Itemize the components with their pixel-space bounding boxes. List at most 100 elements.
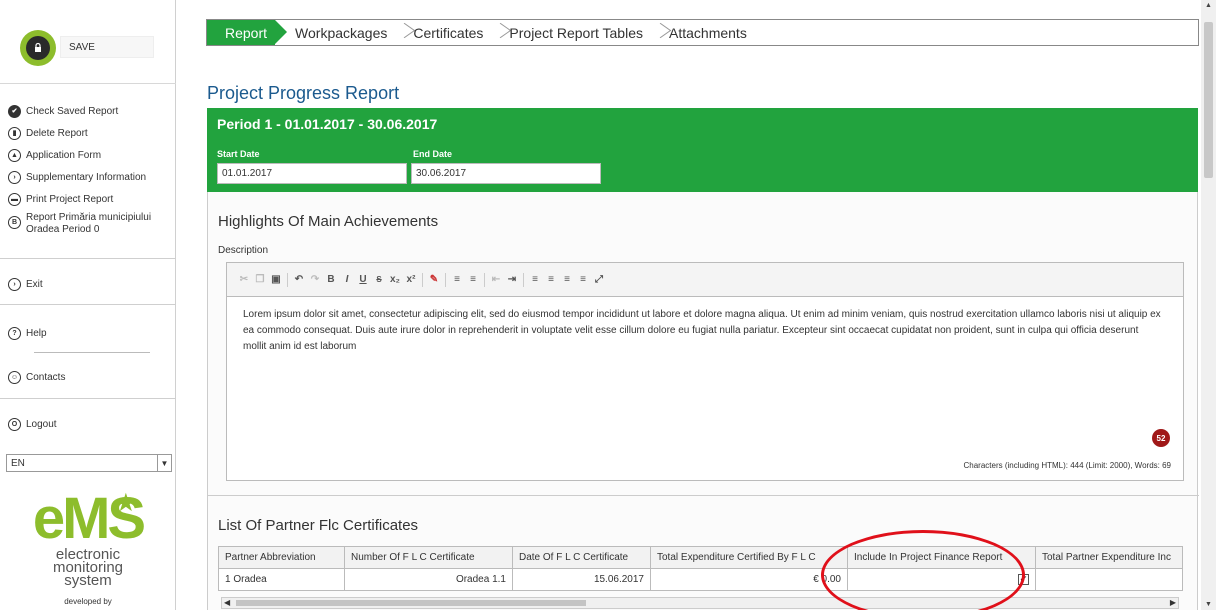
scroll-left-icon[interactable]: ◀ <box>224 598 230 607</box>
superscript-icon[interactable]: x² <box>406 274 416 285</box>
info-icon: › <box>8 170 21 184</box>
start-date-field[interactable]: 01.01.2017 <box>217 163 407 184</box>
help-divider <box>34 352 150 353</box>
redo-icon[interactable]: ↷ <box>310 274 320 285</box>
help-section: ? Help ☺ Contacts <box>0 304 176 398</box>
tab-project-report-tables[interactable]: Project Report Tables <box>509 20 669 45</box>
scroll-up-icon[interactable]: ▲ <box>1205 2 1212 9</box>
end-date-field[interactable]: 30.06.2017 <box>411 163 601 184</box>
partner-expenditure-cell <box>1035 568 1183 591</box>
strikethrough-icon[interactable]: S <box>374 275 384 284</box>
underline-icon[interactable]: U <box>358 274 368 285</box>
partner-cell: 1 Oradea <box>218 568 345 591</box>
sidebar-item-report-period-0[interactable]: B Report Primăria municipiului Oradea Pe… <box>8 210 173 242</box>
period-panel: Period 1 - 01.01.2017 - 30.06.2017 Start… <box>207 108 1198 192</box>
developed-by-text: developed by <box>64 597 112 606</box>
sidebar-item-label: Delete Report <box>26 127 88 139</box>
period-title: Period 1 - 01.01.2017 - 30.06.2017 <box>217 116 438 132</box>
bullet-list-icon[interactable]: ≡ <box>468 274 478 285</box>
indent-icon[interactable]: ⇥ <box>507 274 517 285</box>
table-row[interactable]: 1 Oradea Oradea 1.1 15.06.2017 € 0.00 ✔ <box>218 568 1183 591</box>
maximize-icon[interactable]: ⤢ <box>594 274 604 285</box>
scroll-thumb[interactable] <box>236 600 586 606</box>
toolbar-divider <box>445 272 446 287</box>
scroll-down-icon[interactable]: ▼ <box>1205 601 1212 608</box>
cut-icon[interactable]: ✂ <box>239 274 249 285</box>
paste-icon[interactable]: ▣ <box>271 274 281 285</box>
end-date-label: End Date <box>413 149 453 159</box>
sidebar-item-check-saved-report[interactable]: ✔ Check Saved Report <box>8 100 173 122</box>
sidebar-item-label: Check Saved Report <box>26 105 119 117</box>
clear-format-icon[interactable]: ✎ <box>429 274 439 285</box>
exit-label: Exit <box>26 278 43 290</box>
outdent-icon[interactable]: ⇤ <box>491 274 501 285</box>
ems-logo: eMS ★ electronic monitoring system develo… <box>0 476 176 610</box>
align-left-icon[interactable]: ≡ <box>530 274 540 285</box>
logout-button[interactable]: O Logout <box>0 413 176 435</box>
ems-logo-mark: eMS ★ <box>32 486 146 551</box>
language-select[interactable]: EN ▼ <box>6 454 172 472</box>
sidebar-item-application-form[interactable]: ▲ Application Form <box>8 144 173 166</box>
page-title: Project Progress Report <box>207 83 400 103</box>
exit-button[interactable]: › Exit <box>0 273 176 295</box>
certificates-title: List Of Partner Flc Certificates <box>218 517 419 534</box>
logout-icon: O <box>8 417 21 431</box>
numbered-list-icon[interactable]: ≡ <box>452 274 462 285</box>
save-logo-icon[interactable] <box>20 30 56 66</box>
trash-icon: ▮ <box>8 126 21 140</box>
undo-icon[interactable]: ↶ <box>294 274 304 285</box>
total-certified-cell: € 0.00 <box>650 568 848 591</box>
save-area: SAVE <box>0 14 176 84</box>
tab-report[interactable]: Report <box>207 20 288 45</box>
copy-icon[interactable]: ❐ <box>255 274 265 285</box>
tab-bar: Report Workpackages Certificates Project… <box>206 19 1199 46</box>
bold-icon[interactable]: B <box>326 274 336 285</box>
scroll-right-icon[interactable]: ▶ <box>1170 598 1176 607</box>
report-content: Highlights Of Main Achievements Descript… <box>207 192 1199 610</box>
sidebar-item-print-project-report[interactable]: ▬ Print Project Report <box>8 188 173 210</box>
logout-label: Logout <box>26 418 57 430</box>
column-header[interactable]: Total Expenditure Certified By F L C <box>650 546 848 569</box>
scroll-thumb[interactable] <box>1204 22 1213 178</box>
align-right-icon[interactable]: ≡ <box>562 274 572 285</box>
start-date-label: Start Date <box>217 149 260 159</box>
column-header[interactable]: Include In Project Finance Report <box>847 546 1036 569</box>
contacts-label: Contacts <box>26 371 66 383</box>
save-button[interactable]: SAVE <box>60 36 154 58</box>
align-justify-icon[interactable]: ≡ <box>578 274 588 285</box>
tab-workpackages[interactable]: Workpackages <box>289 20 413 45</box>
column-header[interactable]: Partner Abbreviation <box>218 546 345 569</box>
toolbar-divider <box>523 272 524 287</box>
include-checkbox[interactable]: ✔ <box>1018 574 1029 585</box>
horizontal-scrollbar[interactable]: ◀ ▶ <box>221 597 1179 609</box>
form-icon: ▲ <box>8 148 21 162</box>
italic-icon[interactable]: I <box>342 274 352 285</box>
tab-attachments[interactable]: Attachments <box>669 20 761 45</box>
certificate-date-cell: 15.06.2017 <box>512 568 651 591</box>
language-value: EN <box>11 457 25 469</box>
contacts-button[interactable]: ☺ Contacts <box>0 366 176 388</box>
table-header-row: Partner Abbreviation Number Of F L C Cer… <box>218 546 1183 569</box>
toolbar-divider <box>484 272 485 287</box>
sidebar-item-supplementary-information[interactable]: › Supplementary Information <box>8 166 173 188</box>
certificate-number-cell: Oradea 1.1 <box>344 568 513 591</box>
chevron-down-icon: ▼ <box>157 455 171 471</box>
column-header[interactable]: Number Of F L C Certificate <box>344 546 513 569</box>
column-header[interactable]: Total Partner Expenditure Inc <box>1035 546 1183 569</box>
exit-icon: › <box>8 277 21 291</box>
toolbar-divider <box>422 272 423 287</box>
vertical-scrollbar[interactable]: ▲ ▼ <box>1201 0 1216 610</box>
sidebar-item-delete-report[interactable]: ▮ Delete Report <box>8 122 173 144</box>
include-in-report-cell: ✔ <box>847 568 1036 591</box>
tab-certificates[interactable]: Certificates <box>413 20 509 45</box>
certificates-table: Partner Abbreviation Number Of F L C Cer… <box>218 546 1183 591</box>
report-icon: B <box>8 216 21 229</box>
description-editor[interactable]: ✂ ❐ ▣ ↶ ↷ B I U S x₂ x² ✎ ≡ ≡ ⇤ ⇥ ≡ ≡ ≡ … <box>226 262 1184 481</box>
help-button[interactable]: ? Help <box>0 322 176 344</box>
section-divider <box>208 495 1199 496</box>
subscript-icon[interactable]: x₂ <box>390 274 400 285</box>
align-center-icon[interactable]: ≡ <box>546 274 556 285</box>
print-icon: ▬ <box>8 192 21 206</box>
column-header[interactable]: Date Of F L C Certificate <box>512 546 651 569</box>
editor-text[interactable]: Lorem ipsum dolor sit amet, consectetur … <box>243 307 1163 355</box>
